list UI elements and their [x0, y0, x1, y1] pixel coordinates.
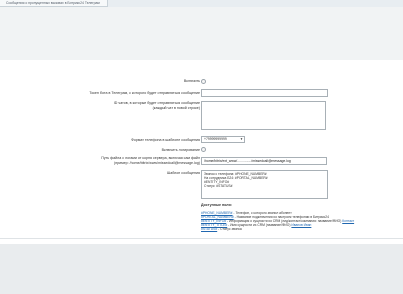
- tab-missed-calls[interactable]: Сообщения о пропущенных вызовах в Битрик…: [0, 0, 108, 7]
- variable-row: #STATUS# - Статус звонка: [201, 227, 242, 231]
- enable-label: Включить: [183, 79, 200, 83]
- footer-area: [0, 244, 403, 294]
- variable-example-link[interactable]: Иванов Иван: [291, 223, 311, 227]
- chat-ids-hint: (каждый чат в новой строке): [152, 106, 200, 110]
- variable-example-link[interactable]: Контакт: [342, 219, 354, 223]
- chat-ids-textarea[interactable]: [201, 101, 326, 130]
- chevron-down-icon: ▼: [240, 137, 243, 141]
- logging-checkbox[interactable]: [201, 147, 206, 152]
- logging-label: Включить логирование: [161, 148, 200, 152]
- phone-format-select[interactable]: +79999999999 ▼: [201, 136, 245, 143]
- phone-format-value: +79999999999: [204, 137, 227, 141]
- header-area: [0, 7, 403, 60]
- log-path-label: Путь файла с логами от корня сервера, вк…: [101, 156, 200, 160]
- log-path-hint: (пример: /home/bitrix/www/missedcall@mes…: [114, 161, 200, 165]
- chat-ids-label: ID чатов, в которые будет отправляться с…: [113, 101, 200, 105]
- token-label: Токен бота в Телеграм, с которого будет …: [89, 91, 200, 95]
- available-fields-title: Доступные поля:: [201, 203, 232, 207]
- phone-format-label: Формат телефона в шаблоне сообщения: [131, 138, 200, 142]
- token-input[interactable]: [201, 89, 328, 97]
- template-textarea[interactable]: Звонок с телефона: #PHONE_NUMBER# На сот…: [201, 170, 328, 199]
- variable-code[interactable]: #STATUS#: [201, 227, 217, 231]
- variable-desc: - Статус звонка: [217, 227, 242, 231]
- template-label: Шаблон сообщения: [166, 171, 200, 175]
- top-bar: Сообщения о пропущенных вызовах в Битрик…: [0, 0, 403, 7]
- enable-checkbox[interactable]: [201, 79, 206, 84]
- log-path-input[interactable]: /home/bitrix/ext_www/.............../mis…: [201, 157, 327, 165]
